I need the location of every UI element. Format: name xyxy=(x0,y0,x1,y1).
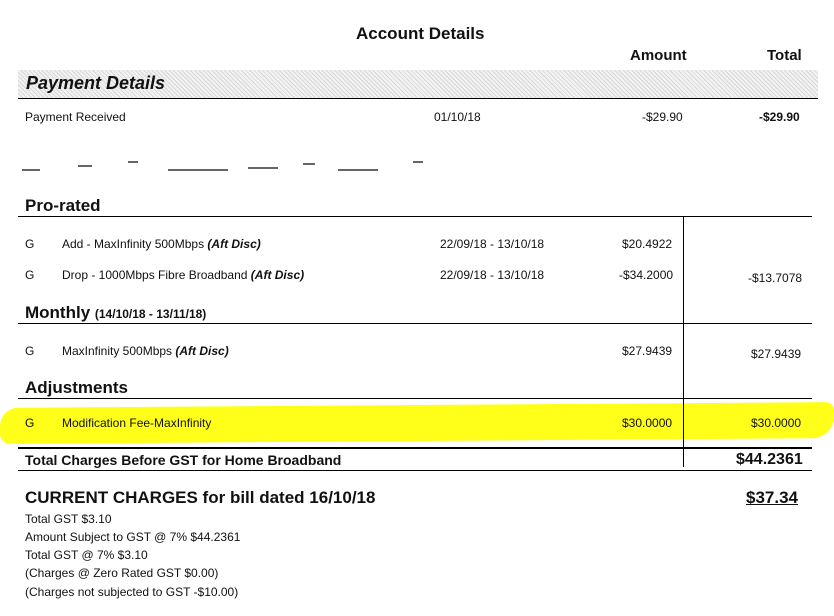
total-divider-bottom xyxy=(18,470,812,471)
monthly-row-desc: MaxInfinity 500Mbps (Aft Disc) xyxy=(62,344,229,358)
adjustment-row-amount: $30.0000 xyxy=(622,416,673,430)
payment-received-date: 01/10/18 xyxy=(434,110,481,124)
gst-line-5: (Charges not subjected to GST -$10.00) xyxy=(25,585,239,599)
adjustments-title: Adjustments xyxy=(25,378,128,397)
adjustments-divider xyxy=(18,398,812,399)
amount-column-header: Amount xyxy=(630,47,687,64)
prorated-title: Pro-rated xyxy=(25,196,101,215)
monthly-row-total: $27.9439 xyxy=(751,347,802,361)
gst-line-2: Amount Subject to GST @ 7% $44.2361 xyxy=(25,530,241,544)
prorated-row-2-period: 22/09/18 - 13/10/18 xyxy=(440,268,545,282)
prorated-divider xyxy=(18,216,812,217)
page-title: Account Details xyxy=(356,24,485,43)
adjustment-row-total: $30.0000 xyxy=(751,416,802,430)
current-charges-label: CURRENT CHARGES for bill dated 16/10/18 xyxy=(25,488,376,507)
prorated-row-2-desc: Drop - 1000Mbps Fibre Broadband (Aft Dis… xyxy=(62,268,305,282)
gst-line-4: (Charges @ Zero Rated GST $0.00) xyxy=(25,566,219,580)
monthly-title: Monthly (14/10/18 - 13/11/18) xyxy=(25,303,207,322)
payment-divider xyxy=(18,98,818,99)
adjustment-row-desc: Modification Fee-MaxInfinity xyxy=(62,416,212,430)
total-column-header: Total xyxy=(767,47,802,64)
monthly-row-amount: $27.9439 xyxy=(622,344,673,358)
redacted-line xyxy=(18,155,438,177)
monthly-row-code: G xyxy=(25,344,35,358)
prorated-row-1-code: G xyxy=(25,237,35,251)
payment-received-amount: -$29.90 xyxy=(642,110,683,124)
total-before-gst-label: Total Charges Before GST for Home Broadb… xyxy=(25,452,342,468)
total-divider-top xyxy=(18,447,812,449)
adjustment-row-code: G xyxy=(25,416,35,430)
total-before-gst-value: $44.2361 xyxy=(736,451,803,468)
gst-line-1: Total GST $3.10 xyxy=(25,512,112,526)
prorated-row-1-amount: $20.4922 xyxy=(622,237,673,251)
prorated-row-1-period: 22/09/18 - 13/10/18 xyxy=(440,237,545,251)
prorated-row-2-code: G xyxy=(25,268,35,282)
total-column-divider xyxy=(683,216,684,467)
current-charges-amount: $37.34 xyxy=(746,488,798,507)
payment-received-label: Payment Received xyxy=(25,110,126,124)
prorated-row-1-desc: Add - MaxInfinity 500Mbps (Aft Disc) xyxy=(62,237,261,251)
payment-received-total: -$29.90 xyxy=(759,110,800,124)
payment-details-title: Payment Details xyxy=(26,73,166,93)
gst-line-3: Total GST @ 7% $3.10 xyxy=(25,548,148,562)
prorated-total: -$13.7078 xyxy=(748,271,803,285)
prorated-row-2-amount: -$34.2000 xyxy=(619,268,674,282)
monthly-divider xyxy=(18,323,812,324)
